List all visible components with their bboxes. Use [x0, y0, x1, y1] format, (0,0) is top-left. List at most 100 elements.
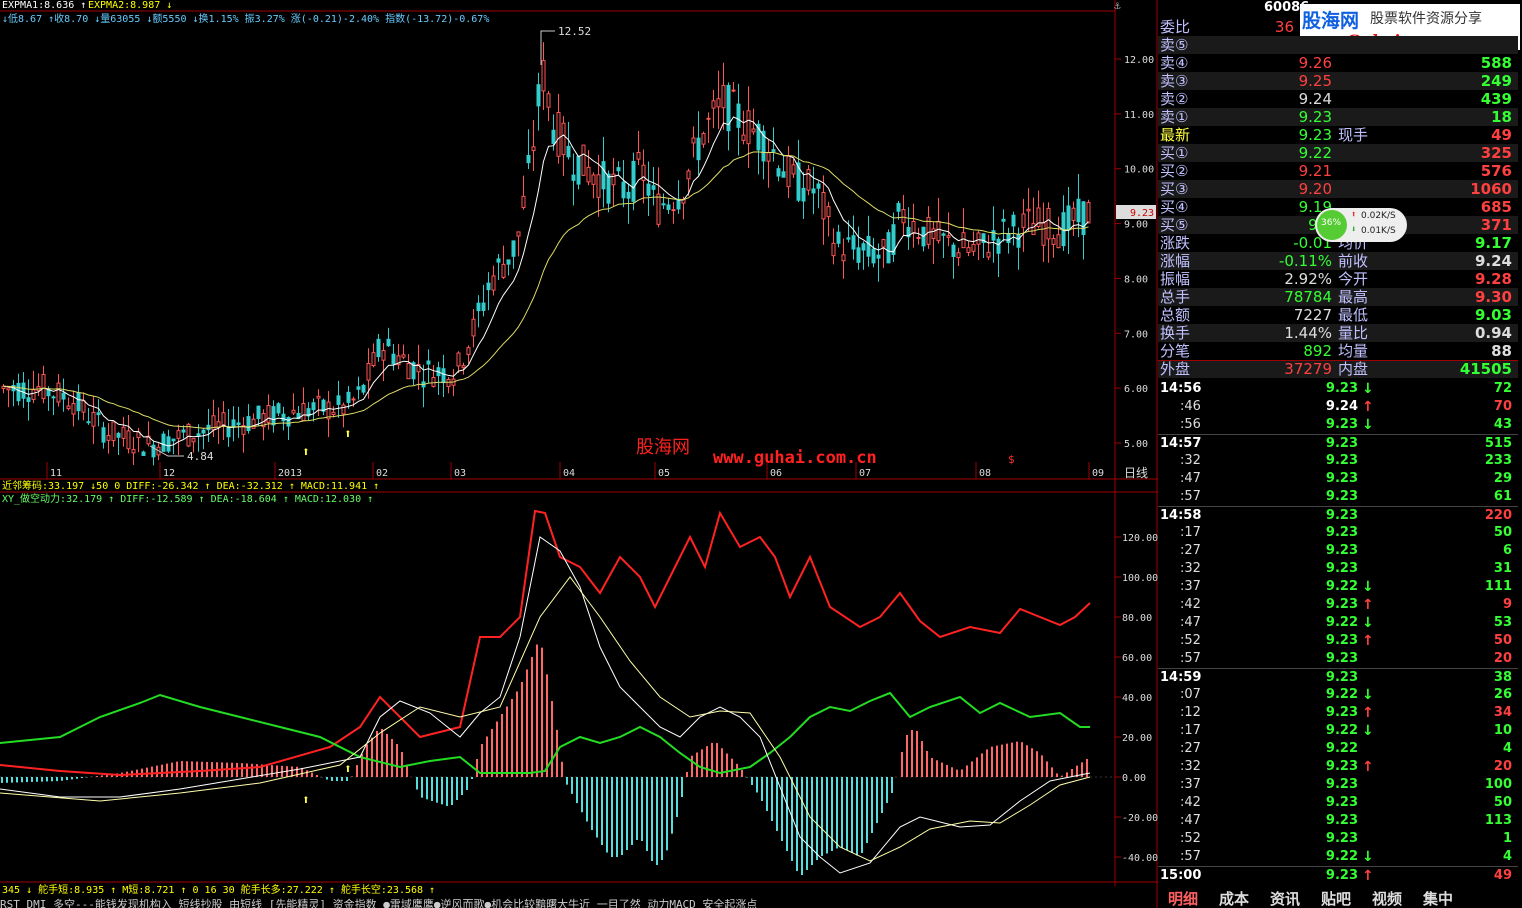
anchor-icon[interactable]: ⚓	[1113, 0, 1121, 12]
candle-body	[406, 363, 411, 380]
quote-row-label2: 前收	[1338, 252, 1369, 270]
tick-volume: 70	[1493, 399, 1512, 414]
tab-1[interactable]: 成本	[1219, 890, 1249, 908]
tab-3[interactable]: 贴吧	[1321, 890, 1351, 908]
candle-body	[206, 424, 211, 431]
down-arrow-icon: ↓	[1362, 615, 1374, 631]
candle-body	[576, 155, 581, 185]
price-ytick: 9.00	[1124, 220, 1148, 231]
candle-body	[806, 169, 811, 191]
candle-body	[1081, 201, 1086, 236]
up-arrow-icon: ↑	[1362, 759, 1374, 775]
tick-row: :07 9.22 ↓ 26	[1158, 686, 1518, 704]
tab-2[interactable]: 资讯	[1270, 890, 1300, 908]
candle-body	[581, 144, 586, 176]
tick-volume: 43	[1493, 417, 1512, 432]
quote-row-label: 分笔	[1160, 342, 1191, 360]
candle-body	[1026, 208, 1031, 212]
tick-price: 9.23	[1325, 453, 1358, 468]
candle-body	[901, 209, 906, 224]
tab-4[interactable]: 视频	[1372, 890, 1402, 908]
watermark-url: www.guhai.com.cn	[713, 448, 877, 468]
tick-row: :57 9.22 ↓ 4	[1158, 848, 1518, 866]
candle-body	[351, 398, 356, 401]
tick-volume: 26	[1493, 687, 1512, 702]
candle-body	[976, 232, 981, 245]
candle-body	[221, 412, 226, 426]
candle-body	[141, 451, 146, 456]
candle-body	[846, 237, 851, 240]
down-arrow-icon: ↓	[1362, 417, 1374, 433]
candle-body	[531, 146, 536, 152]
tick-row: :27 9.22 4	[1158, 740, 1518, 758]
candle-body	[51, 396, 56, 399]
down-arrow-icon: ↓	[1362, 579, 1374, 595]
tick-row: :32 9.23 31	[1158, 560, 1518, 578]
candle-body	[96, 412, 101, 416]
chart-area[interactable]: EXPMA1:8.636 ↑ EXPMA2:8.987 ↓ ↓低8.67 ↑收8…	[0, 0, 1158, 908]
indicator-ytick: 60.00	[1122, 653, 1152, 664]
period-label[interactable]: 日线	[1124, 466, 1148, 480]
quote-tab-bar: 明细 成本 资讯 贴吧 视频 集中	[1158, 890, 1522, 908]
date-xtick: 11	[50, 468, 62, 479]
tick-volume: 49	[1493, 868, 1512, 883]
candle-body	[391, 353, 396, 365]
tick-time: 14:58	[1160, 508, 1202, 523]
quote-row-value: 9.24	[1298, 90, 1332, 108]
candle-body	[646, 183, 651, 196]
candle-body	[371, 352, 376, 367]
candle-body	[76, 392, 81, 412]
tick-row: :37 9.22 ↓ 111	[1158, 578, 1518, 596]
candle-body	[161, 433, 166, 452]
quote-row-value: 9.21	[1298, 162, 1332, 180]
quote-row-value: -0.11%	[1278, 252, 1332, 270]
tick-time: :56	[1180, 417, 1201, 432]
buy-arrow-icon: ⬆	[344, 427, 352, 442]
quote-row-volume: 18	[1491, 108, 1512, 126]
tick-volume: 111	[1484, 579, 1512, 594]
tick-time: :27	[1180, 741, 1201, 756]
tick-price: 9.22	[1325, 615, 1358, 630]
candle-body	[916, 236, 921, 239]
candle-body	[331, 411, 336, 415]
tick-time: :07	[1180, 687, 1201, 702]
quote-row-label: 换手	[1160, 324, 1191, 342]
candle-body	[236, 422, 241, 426]
candle-body	[81, 400, 86, 413]
tick-price: 9.23	[1325, 633, 1358, 648]
quote-row-value: 1.44%	[1284, 324, 1332, 342]
candle-body	[361, 384, 366, 393]
down-arrow-icon: ↓	[1362, 381, 1374, 397]
quote-row: 买② 9.21 576	[1158, 162, 1518, 180]
tab-5[interactable]: 集中	[1423, 890, 1453, 908]
candle-body	[171, 438, 176, 442]
candle-body	[246, 416, 251, 432]
tick-price: 9.23	[1325, 831, 1358, 846]
tick-price: 9.23	[1325, 597, 1358, 612]
quote-row-value: 9.25	[1298, 72, 1332, 90]
candle-body	[476, 302, 481, 312]
candle-body	[231, 419, 236, 428]
candle-body	[931, 228, 936, 240]
candle-body	[486, 282, 491, 291]
candle-body	[556, 112, 561, 157]
formula-tabs-bar[interactable]: RST DMI 多空---能钱发现机构入 短线抄股 由短线 [先能精灵] 资金指…	[0, 896, 1158, 908]
tab-0[interactable]: 明细	[1168, 890, 1198, 908]
candle-body	[31, 389, 36, 400]
candle-body	[851, 235, 856, 250]
candle-body	[961, 232, 966, 249]
candle-body	[1041, 222, 1046, 246]
tick-price: 9.22	[1325, 849, 1358, 864]
candle-body	[271, 406, 276, 426]
tick-price: 9.23	[1325, 670, 1358, 685]
tick-price: 9.23	[1325, 795, 1358, 810]
tick-row: 14:57 9.23 515	[1158, 434, 1518, 453]
indicator-ytick: -40.00	[1122, 853, 1158, 864]
tick-time: :57	[1180, 849, 1201, 864]
tick-row: :52 9.23 1	[1158, 830, 1518, 848]
tick-row: 15:00 9.23 ↑ 49	[1158, 866, 1518, 885]
candle-body	[386, 338, 391, 347]
quote-row: 卖⑤	[1158, 36, 1518, 54]
tick-row: :37 9.23 100	[1158, 776, 1518, 794]
quote-row-volume: 371	[1480, 216, 1512, 234]
